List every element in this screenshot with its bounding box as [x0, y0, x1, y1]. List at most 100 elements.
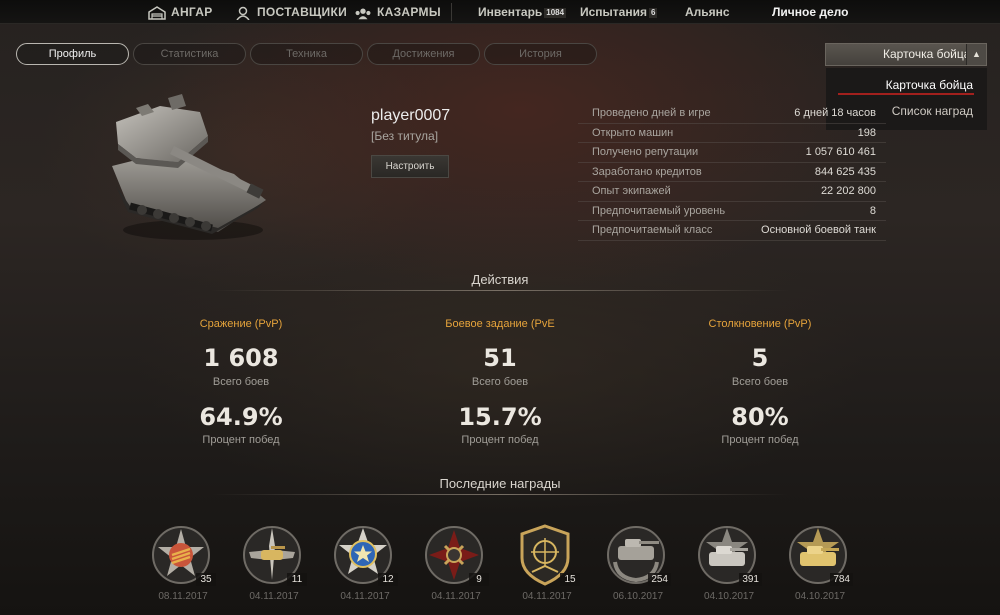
award-winged-tank[interactable]: 11 — [241, 522, 307, 586]
nav-barracks[interactable]: КАЗАРМЫ — [354, 0, 441, 24]
awards-divider — [211, 494, 789, 495]
award-date: 08.11.2017 — [158, 591, 208, 602]
stat-label: Предпочитаемый класс — [592, 224, 713, 236]
nav-hangar[interactable]: АНГАР — [148, 0, 213, 24]
inventory-count-badge: 1084 — [544, 7, 567, 18]
stat-value: Основной боевой танк — [761, 224, 876, 236]
nav-personal-file[interactable]: Личное дело — [772, 0, 848, 24]
award-count: 35 — [196, 573, 216, 586]
winrate-label: Процент побед — [202, 434, 280, 446]
actions-divider — [211, 290, 789, 291]
dropdown-selected-value: Карточка бойца — [883, 47, 971, 61]
setup-button[interactable]: Настроить — [371, 155, 449, 178]
award-silver-tank[interactable]: 391 — [696, 522, 762, 586]
stat-value: 22 202 800 — [820, 185, 876, 197]
winrate-label: Процент побед — [721, 434, 799, 446]
award-count: 15 — [560, 573, 580, 586]
winrate-value: 64.9% — [199, 403, 283, 431]
award-date: 04.11.2017 — [340, 591, 390, 602]
tab-statistics[interactable]: Статистика — [133, 43, 246, 65]
award-tank-wreath[interactable]: 254 — [605, 522, 671, 586]
player-stats-table: Проведено дней в игре 6 дней 18 часов Отк… — [578, 104, 886, 241]
stat-value: 844 625 435 — [814, 165, 876, 178]
hangar-icon — [148, 5, 166, 20]
stat-label: Заработано кредитов — [592, 165, 702, 178]
stat-label: Опыт экипажей — [592, 185, 671, 197]
nav-suppliers-label: ПОСТАВЩИКИ — [257, 5, 348, 19]
award-count: 12 — [378, 573, 398, 586]
nav-inventory[interactable]: Инвентарь 1084 — [478, 0, 567, 24]
nav-divider — [451, 3, 452, 21]
award-count: 391 — [739, 573, 762, 586]
stats-row: Получено репутации 1 057 610 461 — [578, 143, 886, 163]
mode-title: Столкновение (PvP) — [708, 318, 812, 330]
menu-item-awards-list[interactable]: Список наград — [892, 104, 973, 118]
stat-label: Открыто машин — [592, 126, 674, 139]
award-count: 11 — [287, 573, 307, 586]
stat-value: 6 дней 18 часов — [794, 107, 876, 119]
award-date: 04.11.2017 — [431, 591, 481, 602]
nav-alliance[interactable]: Альянс — [685, 0, 730, 24]
winrate-value: 80% — [731, 403, 789, 431]
nav-barracks-label: КАЗАРМЫ — [377, 5, 441, 19]
nav-inventory-label: Инвентарь — [478, 5, 543, 19]
stat-value: 198 — [857, 126, 876, 139]
awards-heading: Последние награды — [439, 476, 561, 491]
award-date: 04.10.2017 — [794, 591, 846, 602]
total-battles-label: Всего боев — [471, 376, 529, 388]
stat-value: 8 — [869, 204, 876, 217]
award-gold-tank[interactable]: 784 — [787, 522, 853, 586]
crew-icon — [355, 8, 371, 20]
award-date: 04.11.2017 — [249, 591, 299, 602]
award-count: 254 — [648, 573, 671, 586]
award-date: 04.11.2017 — [522, 591, 572, 602]
stat-value: 1 057 610 461 — [805, 146, 876, 158]
active-item-underline — [838, 93, 974, 95]
view-select-dropdown[interactable]: Карточка бойца ▲ — [825, 43, 987, 66]
award-star-medal[interactable]: 35 — [150, 522, 216, 586]
stats-row: Открыто машин 198 — [578, 124, 886, 143]
nav-trials[interactable]: Испытания 6 — [580, 0, 658, 24]
stat-label: Предпочитаемый уровень — [592, 204, 726, 217]
award-blue-star[interactable]: 12 — [332, 522, 398, 586]
mode-title: Сражение (PvP) — [199, 318, 283, 330]
player-title: [Без титула] — [371, 129, 439, 143]
stats-row: Проведено дней в игре 6 дней 18 часов — [578, 104, 886, 124]
stats-row: Заработано кредитов 844 625 435 — [578, 163, 886, 182]
award-crosshair-shield[interactable]: 15 — [514, 522, 580, 586]
award-date: 04.10.2017 — [703, 591, 755, 602]
menu-item-fighter-card[interactable]: Карточка бойца — [886, 78, 973, 92]
winrate-label: Процент побед — [461, 434, 539, 446]
nav-alliance-label: Альянс — [685, 5, 730, 19]
trials-count-badge: 6 — [648, 7, 658, 18]
total-battles-label: Всего боев — [212, 376, 270, 388]
nav-hangar-label: АНГАР — [171, 5, 213, 19]
nav-trials-label: Испытания — [580, 5, 647, 19]
tab-vehicles[interactable]: Техника — [250, 43, 363, 65]
award-count: 9 — [469, 573, 489, 586]
winrate-value: 15.7% — [458, 403, 542, 431]
stat-label: Получено репутации — [592, 146, 699, 158]
award-count: 784 — [830, 573, 853, 586]
mode-title: Боевое задание (PvE — [445, 318, 555, 330]
top-navigation: АНГАР ПОСТАВЩИКИ КАЗАРМЫ Инвентарь 1084 И… — [0, 0, 1000, 24]
total-battles-value: 51 — [483, 344, 517, 372]
stats-row: Предпочитаемый класс Основной боевой танк — [578, 221, 886, 241]
nav-personal-file-label: Личное дело — [772, 5, 849, 19]
player-name: player0007 — [371, 107, 451, 124]
total-battles-value: 1 608 — [203, 344, 279, 372]
award-cross[interactable]: 9 — [423, 522, 489, 586]
actions-heading: Действия — [471, 272, 529, 287]
stats-row: Предпочитаемый уровень 8 — [578, 202, 886, 221]
total-battles-label: Всего боев — [731, 376, 789, 388]
tab-achievements[interactable]: Достижения — [367, 43, 480, 65]
award-date: 06.10.2017 — [612, 591, 664, 602]
tab-history[interactable]: История — [484, 43, 597, 65]
total-battles-value: 5 — [751, 344, 769, 372]
stats-row: Опыт экипажей 22 202 800 — [578, 182, 886, 202]
stat-label: Проведено дней в игре — [592, 107, 711, 119]
tank-image — [108, 92, 273, 247]
nav-suppliers[interactable]: ПОСТАВЩИКИ — [234, 0, 347, 24]
chevron-up-icon[interactable]: ▲ — [966, 44, 986, 65]
tab-profile[interactable]: Профиль — [16, 43, 129, 65]
